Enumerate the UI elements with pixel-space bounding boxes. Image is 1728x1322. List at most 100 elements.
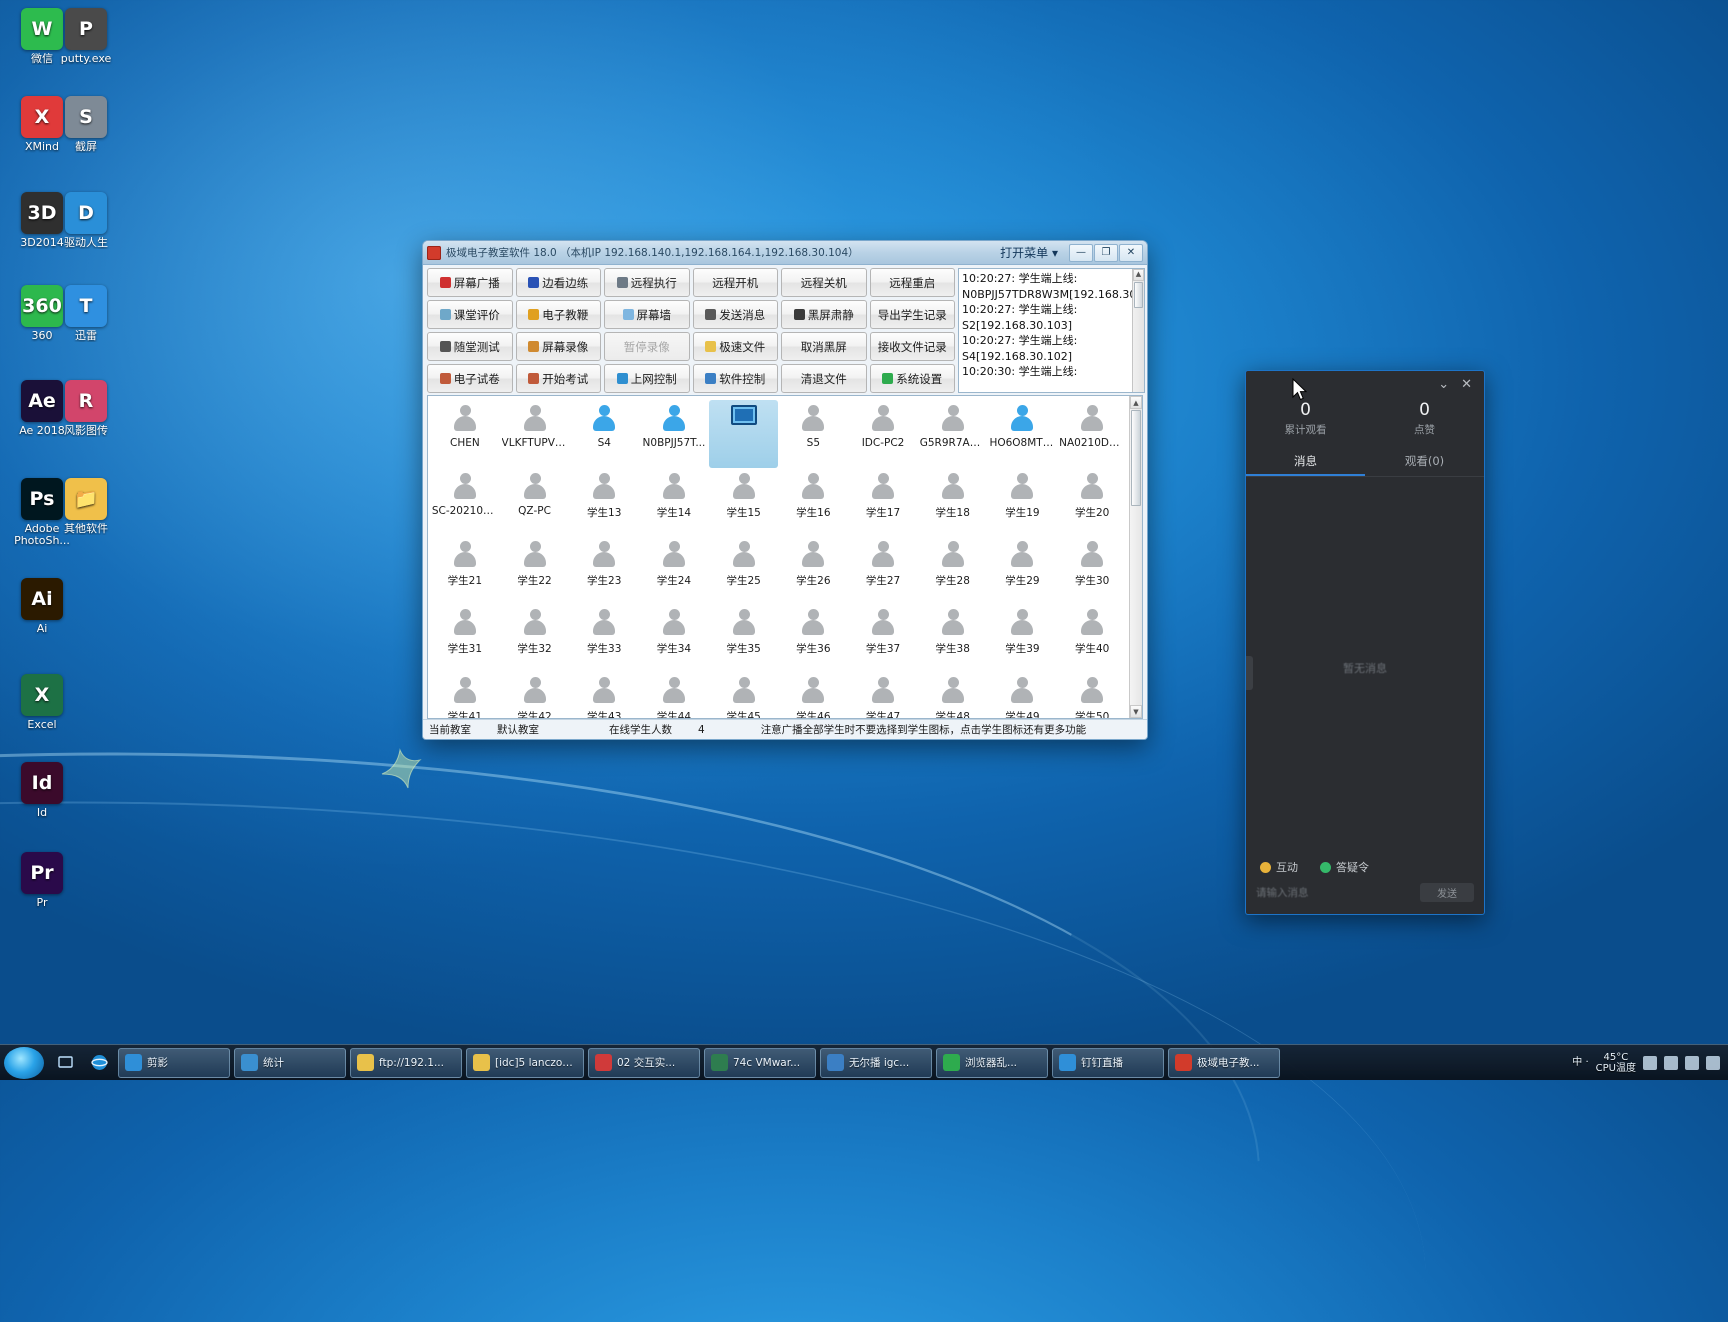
log-scroll-thumb[interactable] bbox=[1134, 282, 1143, 308]
taskbar-item[interactable]: 浏览器乱... bbox=[936, 1047, 1048, 1078]
desktop-icon-3[interactable]: S 截屏 bbox=[44, 96, 128, 153]
desktop-icon-5[interactable]: D 驱动人生 bbox=[44, 192, 128, 249]
system-tray[interactable]: 中 · 45°C CPU温度 bbox=[1572, 1052, 1728, 1074]
student-grid[interactable]: CHEN VLKFTUPVP... S4 N0BPJJ57T... S5 IDC-PC2 G… bbox=[428, 396, 1129, 718]
student-cell[interactable]: VLKFTUPVP... bbox=[500, 400, 570, 468]
live-tab-消息[interactable]: 消息 bbox=[1246, 447, 1365, 476]
show-desktop-icon[interactable] bbox=[50, 1048, 80, 1078]
student-cell[interactable]: 学生32 bbox=[500, 604, 570, 672]
live-close-icon[interactable]: ✕ bbox=[1461, 377, 1472, 392]
taskbar-item[interactable]: 统计 bbox=[234, 1047, 346, 1078]
student-cell[interactable]: S4 bbox=[569, 400, 639, 468]
maximize-button[interactable]: ❐ bbox=[1094, 243, 1118, 262]
student-cell[interactable]: 学生40 bbox=[1057, 604, 1127, 672]
student-cell[interactable]: 学生43 bbox=[569, 672, 639, 718]
toolbar-button-电子试卷[interactable]: 电子试卷 bbox=[427, 364, 513, 393]
toolbar-button-取消黑屏[interactable]: 取消黑屏 bbox=[781, 332, 867, 361]
grid-scroll-up-icon[interactable]: ▲ bbox=[1130, 396, 1142, 409]
log-scroll-up-icon[interactable]: ▲ bbox=[1133, 269, 1144, 281]
ie-browser-icon[interactable] bbox=[84, 1048, 114, 1078]
student-cell[interactable]: 学生47 bbox=[848, 672, 918, 718]
taskbar-item[interactable]: 无尔播 igc... bbox=[820, 1047, 932, 1078]
toolbar-button-软件控制[interactable]: 软件控制 bbox=[692, 364, 778, 393]
student-cell[interactable]: 学生27 bbox=[848, 536, 918, 604]
student-cell[interactable]: 学生29 bbox=[988, 536, 1058, 604]
tray-shield-icon[interactable] bbox=[1685, 1055, 1699, 1070]
toolbar-button-随堂测试[interactable]: 随堂测试 bbox=[427, 332, 513, 361]
live-minimize-icon[interactable]: ⌄ bbox=[1438, 377, 1449, 392]
taskbar[interactable]: 剪影 统计 ftp://192.1... [idc]5 lanczos... 02 交互… bbox=[0, 1044, 1728, 1080]
student-cell[interactable]: 学生14 bbox=[639, 468, 709, 536]
desktop-icon-11[interactable]: X Excel bbox=[0, 674, 84, 731]
live-message-input[interactable]: 请输入消息 bbox=[1256, 885, 1414, 900]
student-cell[interactable]: 学生28 bbox=[918, 536, 988, 604]
student-cell[interactable]: 学生44 bbox=[639, 672, 709, 718]
desktop-icon-1[interactable]: Pputty.exe bbox=[44, 8, 128, 65]
desktop-icon-10[interactable]: Ai Ai bbox=[0, 578, 84, 635]
student-cell[interactable]: 学生48 bbox=[918, 672, 988, 718]
tray-input-method[interactable]: 中 · bbox=[1572, 1057, 1588, 1068]
start-button[interactable] bbox=[4, 1046, 44, 1079]
student-cell[interactable]: 学生15 bbox=[709, 468, 779, 536]
student-cell[interactable]: SC-202101... bbox=[430, 468, 500, 536]
student-cell[interactable]: S5 bbox=[778, 400, 848, 468]
student-grid-scrollbar[interactable]: ▲ ▼ bbox=[1129, 396, 1142, 718]
toolbar-button-上网控制[interactable]: 上网控制 bbox=[604, 364, 690, 393]
taskbar-window-buttons[interactable]: 剪影 统计 ftp://192.1... [idc]5 lanczos... 02 交互… bbox=[116, 1047, 1282, 1078]
toolbar-button-黑屏肃静[interactable]: 黑屏肃静 bbox=[781, 300, 867, 329]
student-cell[interactable]: 学生23 bbox=[569, 536, 639, 604]
live-legend-答疑令[interactable]: 答疑令 bbox=[1320, 859, 1369, 875]
toolbar-button-接收文件记录[interactable]: 接收文件记录 bbox=[869, 332, 955, 361]
student-cell[interactable]: 学生19 bbox=[988, 468, 1058, 536]
desktop-icon-9[interactable]: 📁 其他软件 bbox=[44, 478, 128, 535]
student-cell[interactable]: 学生38 bbox=[918, 604, 988, 672]
toolbar-button-电子教鞭[interactable]: 电子教鞭 bbox=[515, 300, 601, 329]
taskbar-item[interactable]: 钉钉直播 bbox=[1052, 1047, 1164, 1078]
toolbar-button-清退文件[interactable]: 清退文件 bbox=[781, 364, 867, 393]
tray-volume-icon[interactable] bbox=[1643, 1055, 1657, 1070]
toolbar-button-屏幕广播[interactable]: 屏幕广播 bbox=[427, 268, 513, 297]
student-cell[interactable]: 学生34 bbox=[639, 604, 709, 672]
taskbar-item[interactable]: 极域电子教... bbox=[1168, 1047, 1280, 1078]
student-cell[interactable]: 学生33 bbox=[569, 604, 639, 672]
toolbar-button-开始考试[interactable]: 开始考试 bbox=[515, 364, 601, 393]
desktop-icon-12[interactable]: Id Id bbox=[0, 762, 84, 819]
student-cell[interactable]: 学生25 bbox=[709, 536, 779, 604]
student-cell[interactable]: 学生26 bbox=[778, 536, 848, 604]
toolbar-button-屏幕录像[interactable]: 屏幕录像 bbox=[515, 332, 601, 361]
student-cell[interactable]: 学生49 bbox=[988, 672, 1058, 718]
desktop-icon-13[interactable]: Pr Pr bbox=[0, 852, 84, 909]
taskbar-item[interactable]: [idc]5 lanczos... bbox=[466, 1047, 584, 1078]
toolbar-button-系统设置[interactable]: 系统设置 bbox=[869, 364, 955, 393]
toolbar-button-屏幕墙[interactable]: 屏幕墙 bbox=[604, 300, 690, 329]
toolbar-button-远程开机[interactable]: 远程开机 bbox=[692, 268, 778, 297]
close-button[interactable]: ✕ bbox=[1119, 243, 1143, 262]
event-log-scrollbar[interactable]: ▲ bbox=[1132, 269, 1144, 392]
event-log-panel[interactable]: 10:20:27: 学生端上线: N0BPJJ57TDR8W3M[192.168.… bbox=[958, 268, 1145, 393]
toolbar-button-课堂评价[interactable]: 课堂评价 bbox=[427, 300, 513, 329]
grid-scroll-thumb[interactable] bbox=[1131, 410, 1141, 506]
live-panel-drag-grip[interactable] bbox=[1246, 656, 1253, 690]
student-cell[interactable]: 学生41 bbox=[430, 672, 500, 718]
taskbar-item[interactable]: ftp://192.1... bbox=[350, 1047, 462, 1078]
toolbar-button-边看边练[interactable]: 边看边练 bbox=[515, 268, 601, 297]
taskbar-item[interactable]: 剪影 bbox=[118, 1047, 230, 1078]
student-cell[interactable]: 学生30 bbox=[1057, 536, 1127, 604]
student-cell[interactable]: 学生22 bbox=[500, 536, 570, 604]
live-send-button[interactable]: 发送 bbox=[1420, 883, 1474, 902]
student-cell[interactable]: 学生16 bbox=[778, 468, 848, 536]
student-cell[interactable]: 学生21 bbox=[430, 536, 500, 604]
tray-network-icon[interactable] bbox=[1664, 1055, 1678, 1070]
student-cell[interactable]: IDC-PC2 bbox=[848, 400, 918, 468]
toolbar-button-导出学生记录[interactable]: 导出学生记录 bbox=[869, 300, 955, 329]
student-cell[interactable]: 学生46 bbox=[778, 672, 848, 718]
open-menu-button[interactable]: 打开菜单 ▾ bbox=[1000, 244, 1058, 261]
minimize-button[interactable]: — bbox=[1069, 243, 1093, 262]
student-cell[interactable]: 学生50 bbox=[1057, 672, 1127, 718]
toolbar-button-远程重启[interactable]: 远程重启 bbox=[869, 268, 955, 297]
live-input-row[interactable]: 请输入消息 发送 bbox=[1246, 883, 1484, 914]
toolbar-button-远程执行[interactable]: 远程执行 bbox=[604, 268, 690, 297]
student-cell[interactable]: CHEN bbox=[430, 400, 500, 468]
tray-battery-icon[interactable] bbox=[1706, 1055, 1720, 1070]
toolbar-button-远程关机[interactable]: 远程关机 bbox=[781, 268, 867, 297]
